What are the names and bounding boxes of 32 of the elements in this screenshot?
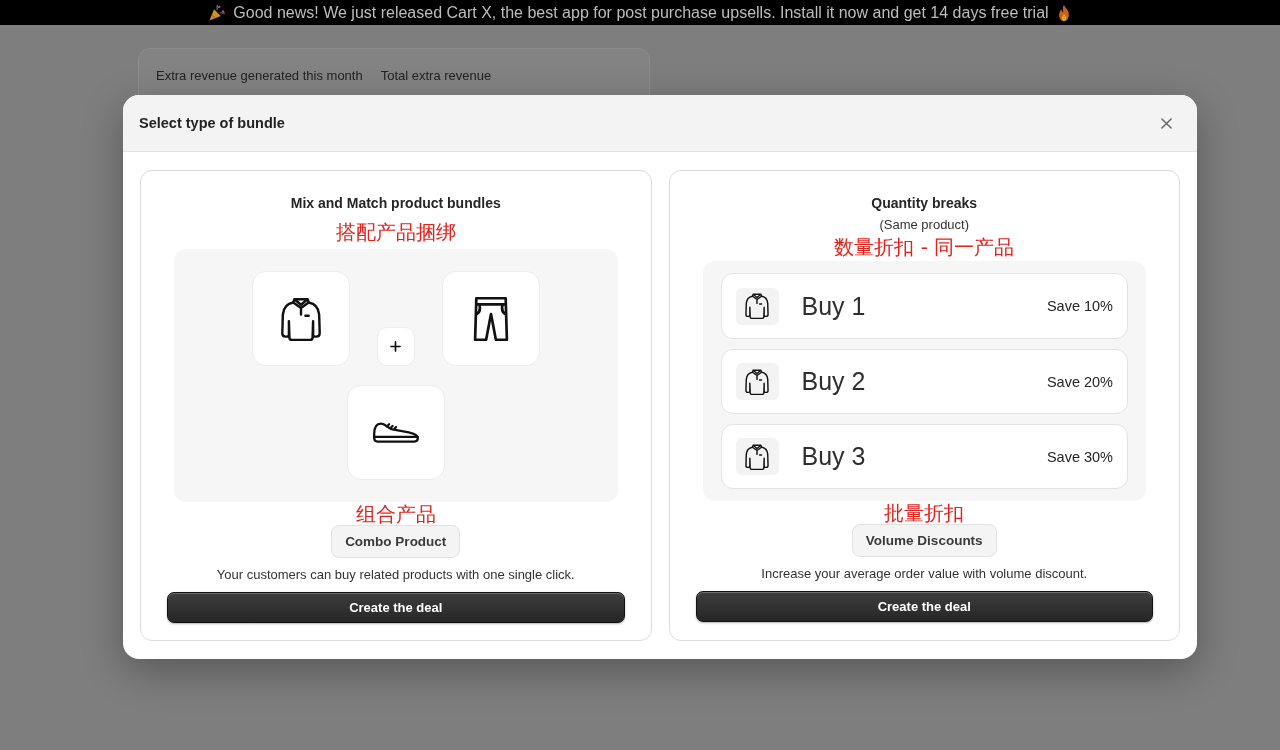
option-title: Quantity breaks (871, 194, 978, 213)
annotation-label: 数量折扣 - 同一产品 (834, 235, 1015, 259)
bundle-type-tag: Combo Product (331, 525, 461, 558)
option-subtitle: (Same product) (879, 216, 970, 233)
create-deal-button[interactable]: Create the deal (695, 591, 1153, 622)
shoe-icon (372, 422, 419, 443)
shirt-icon (735, 363, 779, 400)
tier-saving: Save 30% (1046, 448, 1113, 465)
tier-label: Buy 1 (801, 291, 867, 321)
annotation-label: 搭配产品捆绑 (335, 220, 456, 244)
tier-saving: Save 20% (1046, 373, 1113, 390)
stat-label: Extra revenue generated this month (156, 68, 363, 83)
stat-label: Total extra revenue (380, 68, 492, 83)
announcement-text: Good news! We just released Cart X, the best app for post purchase upsells. Install it now and get 14 days free trial (233, 3, 1049, 23)
tier-label: Buy 2 (801, 367, 867, 396)
close-icon (1160, 117, 1172, 129)
option-description: Your customers can buy related products with one single click. (216, 566, 575, 584)
annotation-label: 组合产品 (355, 503, 436, 525)
modal-title: Select type of bundle (139, 115, 285, 131)
bundle-type-tag: Volume Discounts (851, 524, 997, 557)
shirt-icon (735, 287, 779, 325)
option-description: Increase your average order value with volume discount. (761, 565, 1088, 583)
plus-icon (376, 327, 415, 366)
create-deal-button[interactable]: Create the deal (167, 592, 625, 623)
close-button[interactable] (1159, 116, 1173, 130)
shirt-icon (735, 438, 779, 475)
shirt-icon (278, 296, 323, 341)
option-title: Mix and Match product bundles (290, 194, 501, 213)
annotation-label: 批量折扣 (884, 502, 965, 524)
party-popper-icon (208, 3, 227, 22)
tier-saving: Save 10% (1046, 298, 1113, 314)
tier-label: Buy 3 (801, 442, 867, 471)
